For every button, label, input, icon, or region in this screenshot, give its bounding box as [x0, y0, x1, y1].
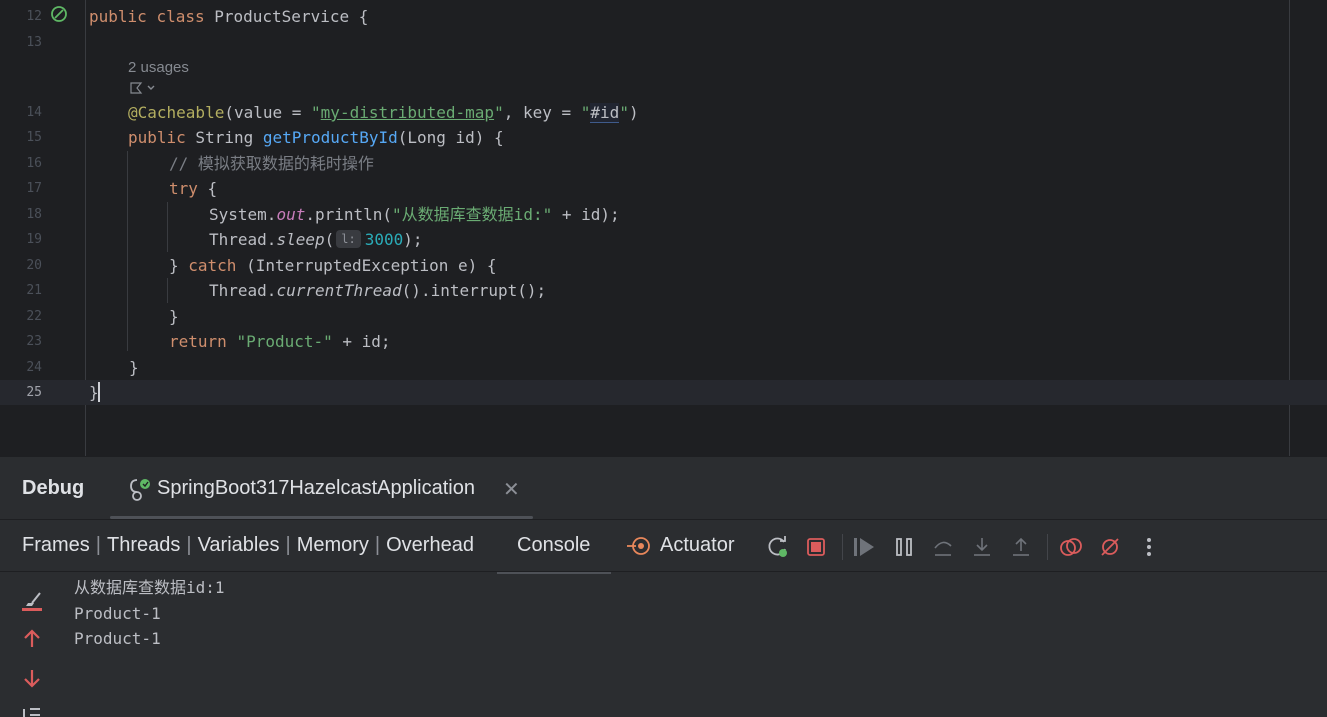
line-number: 18	[26, 207, 42, 222]
more-icon[interactable]	[1136, 534, 1162, 560]
line-number: 14	[26, 105, 42, 120]
close-icon[interactable]: ✕	[503, 477, 520, 502]
code-line: 23 return "Product-" + id;	[0, 329, 1327, 354]
toolbar-separator	[842, 534, 843, 560]
code-line: 17 try {	[0, 176, 1327, 201]
code-line: 12 public class ProductService {	[0, 4, 1327, 29]
parameter-hint: l:	[336, 230, 361, 248]
line-number: 15	[26, 130, 42, 145]
mute-breakpoints-icon[interactable]	[1097, 534, 1123, 560]
console-output[interactable]: 从数据库查数据id:1 Product-1 Product-1	[74, 575, 225, 652]
line-number: 16	[26, 156, 42, 171]
text-caret	[97, 382, 100, 402]
line-number: 12	[26, 9, 42, 24]
tab-variables[interactable]: Variables	[198, 534, 280, 556]
console-line: 从数据库查数据id:1	[74, 578, 225, 597]
step-into-icon[interactable]	[969, 534, 995, 560]
indent-guide	[127, 151, 128, 351]
clear-console-icon[interactable]	[20, 589, 44, 613]
debug-tool-window: Debug SpringBoot317HazelcastApplication …	[0, 456, 1327, 717]
indent-guide	[167, 202, 168, 252]
arrow-down-icon[interactable]	[20, 666, 44, 690]
resume-icon[interactable]	[852, 534, 878, 560]
line-number: 25	[26, 385, 42, 400]
pause-icon[interactable]	[891, 534, 917, 560]
tab-frames[interactable]: Frames	[22, 534, 90, 556]
run-config-label: SpringBoot317HazelcastApplication	[157, 477, 475, 499]
code-line: 24 }	[0, 355, 1327, 380]
debugger-tabs: Frames | Threads | Variables | Memory | Overhead	[22, 534, 474, 556]
debug-title: Debug	[22, 477, 85, 499]
console-side-actions	[0, 572, 60, 717]
code-generation-icon[interactable]	[128, 80, 158, 99]
debug-header: Debug SpringBoot317HazelcastApplication …	[0, 457, 1327, 519]
code-line: 18 System.out.println("从数据库查数据id:" + id)…	[0, 202, 1327, 227]
line-number: 13	[26, 35, 42, 50]
code-line-current: 25 }	[0, 380, 1327, 405]
indent-guide	[167, 278, 168, 303]
toolbar-separator	[1047, 534, 1048, 560]
view-breakpoints-icon[interactable]	[1058, 534, 1084, 560]
tab-memory[interactable]: Memory	[297, 534, 369, 556]
rerun-icon[interactable]	[765, 534, 791, 560]
code-line: 15 public String getProductById(Long id)…	[0, 125, 1327, 150]
line-number: 19	[26, 232, 42, 247]
stop-icon[interactable]	[803, 534, 829, 560]
code-line: 13	[0, 30, 1327, 55]
tab-underline	[497, 572, 611, 574]
console-tab-label: Console	[517, 534, 591, 556]
code-line: 22 }	[0, 304, 1327, 329]
debug-toolbar: Frames | Threads | Variables | Memory | Overhead…	[0, 519, 1327, 574]
line-number: 20	[26, 258, 42, 273]
actuator-icon	[627, 537, 650, 555]
step-over-icon[interactable]	[930, 534, 956, 560]
line-number: 21	[26, 283, 42, 298]
code-line: 20 } catch (InterruptedException e) {	[0, 253, 1327, 278]
step-out-icon[interactable]	[1008, 534, 1034, 560]
console-line: Product-1	[74, 603, 161, 623]
code-line: 21 Thread.currentThread().interrupt();	[0, 278, 1327, 303]
arrow-up-icon[interactable]	[20, 627, 44, 651]
code-line: 19 Thread.sleep(l: 3000);	[0, 227, 1327, 252]
soft-wrap-icon[interactable]	[20, 705, 44, 717]
tab-console[interactable]: Console	[497, 520, 611, 574]
run-config-tab[interactable]: SpringBoot317HazelcastApplication ✕	[110, 471, 533, 519]
console-line: Product-1	[74, 629, 161, 648]
line-number: 22	[26, 309, 42, 324]
tab-threads[interactable]: Threads	[107, 534, 180, 556]
spring-boot-run-icon	[130, 479, 150, 501]
line-number: 24	[26, 360, 42, 375]
line-number: 17	[26, 181, 42, 196]
tab-overhead[interactable]: Overhead	[386, 534, 474, 556]
usages-hint[interactable]: 2 usages	[128, 58, 189, 78]
code-line: 16 // 模拟获取数据的耗时操作	[0, 151, 1327, 176]
line-number: 23	[26, 334, 42, 349]
actuator-tab-label: Actuator	[660, 534, 735, 556]
code-line: 14 @Cacheable(value = "my-distributed-ma…	[0, 100, 1327, 125]
code-editor[interactable]: 12 public class ProductService { 13 2 us…	[0, 0, 1327, 456]
